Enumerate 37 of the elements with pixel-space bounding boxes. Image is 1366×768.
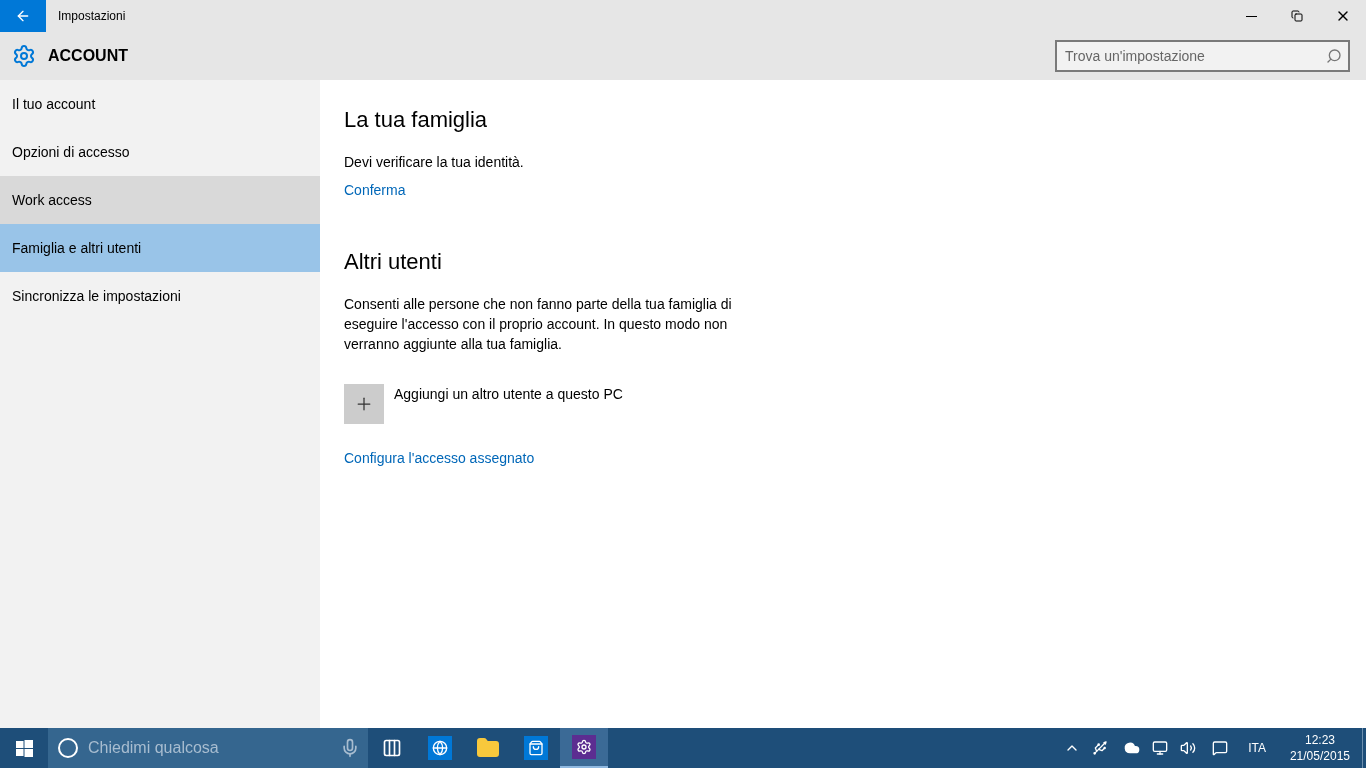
clock[interactable]: 12:23 21/05/2015 xyxy=(1289,732,1350,764)
taskbar-app-button[interactable] xyxy=(560,728,608,768)
search-field[interactable]: Trova un'impostazione xyxy=(1055,40,1350,72)
sidebar-item[interactable]: Sincronizza le impostazioni xyxy=(0,272,320,320)
folder-icon xyxy=(476,736,500,760)
sidebar-item[interactable]: Famiglia e altri utenti xyxy=(0,224,320,272)
microphone-icon xyxy=(340,738,360,758)
sidebar-item[interactable]: Work access xyxy=(0,176,320,224)
language-indicator[interactable]: ITA xyxy=(1248,740,1266,756)
restore-icon xyxy=(1291,10,1303,22)
globe-icon xyxy=(428,736,452,760)
shopping-bag-icon xyxy=(524,736,548,760)
gear-icon xyxy=(12,44,36,68)
cloud-icon[interactable] xyxy=(1124,740,1141,756)
body-text: Consenti alle persone che non fanno parte della tua famiglia di eseguire l'accesso con il proprio account. In questo modo non verranno aggiunte alla tua famiglia. xyxy=(344,295,733,354)
sidebar-item[interactable]: Opzioni di accesso xyxy=(0,128,320,176)
notifications-icon[interactable] xyxy=(1212,740,1229,756)
back-button[interactable] xyxy=(0,0,46,32)
sidebar-item[interactable]: Il tuo account xyxy=(0,80,320,128)
usb-icon[interactable] xyxy=(1092,740,1109,756)
section-heading: Altri utenti xyxy=(344,248,442,276)
section-heading: La tua famiglia xyxy=(344,106,488,134)
taskbar-search-field[interactable]: Chiedimi qualcosa xyxy=(48,728,368,768)
add-user-button[interactable] xyxy=(344,384,384,424)
page-title: ACCOUNT xyxy=(48,46,128,66)
window-title: Impostazioni xyxy=(58,8,126,24)
body-text: Devi verificare la tua identità. xyxy=(344,153,524,172)
assigned-access-link[interactable]: Configura l'accesso assegnato xyxy=(344,448,535,468)
arrow-left-icon xyxy=(15,8,31,24)
speaker-icon[interactable] xyxy=(1180,740,1197,756)
gear-icon xyxy=(572,735,596,759)
windows-logo-icon xyxy=(15,739,33,757)
minimize-icon xyxy=(1245,15,1257,17)
add-user-label[interactable]: Aggiungi un altro utente a questo PC xyxy=(394,384,623,404)
confirm-link[interactable]: Conferma xyxy=(344,180,406,200)
search-icon xyxy=(1326,48,1342,64)
task-view-icon xyxy=(382,738,402,758)
